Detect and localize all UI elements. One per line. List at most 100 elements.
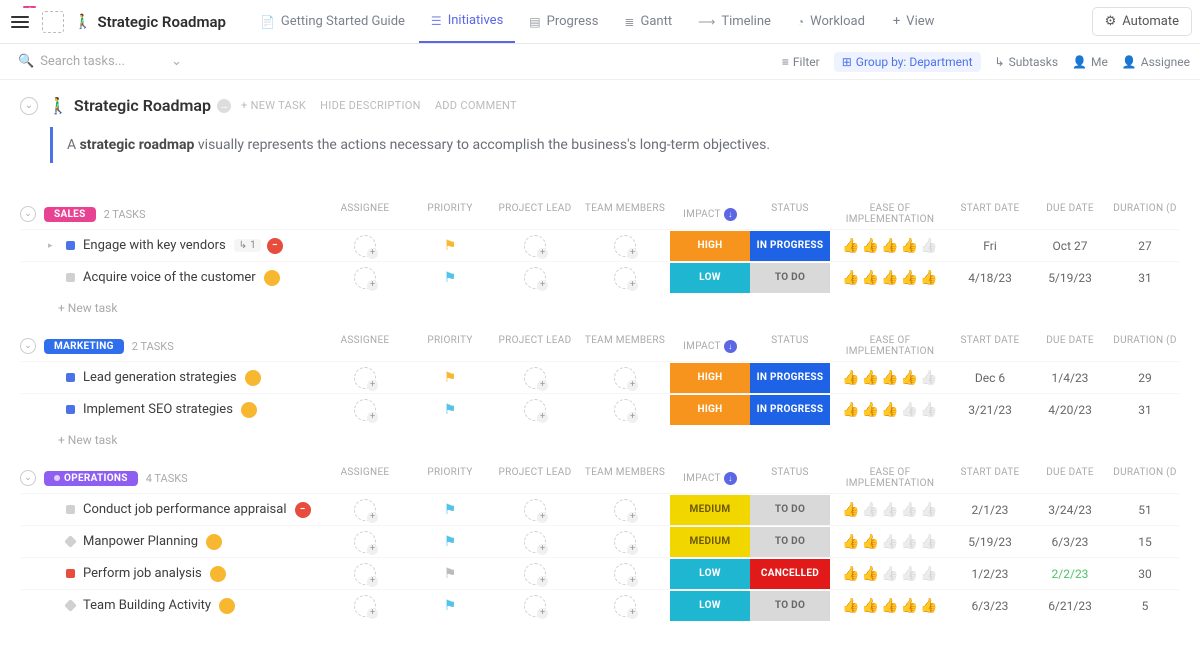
ease-rating[interactable]: 👍👍👍👍👍 (830, 495, 950, 525)
status-badge[interactable]: CANCELLED (750, 559, 830, 589)
filter-button[interactable]: ≡Filter (782, 55, 820, 69)
team-member-add[interactable] (614, 267, 636, 289)
start-date[interactable]: 4/18/23 (950, 263, 1030, 293)
ease-rating[interactable]: 👍👍👍👍👍 (830, 231, 950, 261)
search-input[interactable]: 🔍 Search tasks... ⌄ (10, 50, 190, 73)
due-date[interactable]: 6/3/23 (1030, 527, 1110, 557)
assignee-button[interactable]: 👤Assignee (1122, 55, 1190, 69)
duration[interactable]: 30 (1110, 559, 1180, 589)
group-collapse-toggle[interactable]: ⌄ (20, 338, 36, 354)
priority-flag-icon[interactable]: ⚑ (444, 502, 457, 518)
assignee-add[interactable] (354, 563, 376, 585)
duration[interactable]: 31 (1110, 263, 1180, 293)
space-icon[interactable] (42, 11, 64, 33)
due-date[interactable]: 2/2/23 (1030, 559, 1110, 589)
team-member-add[interactable] (614, 499, 636, 521)
assignee-add[interactable] (354, 367, 376, 389)
project-lead-add[interactable] (524, 563, 546, 585)
group-by-button[interactable]: ⊞Group by: Department (834, 52, 981, 72)
description[interactable]: A strategic roadmap visually represents … (50, 127, 850, 163)
sort-icon[interactable]: ↓ (724, 208, 737, 221)
task-row[interactable]: Implement SEO strategies ⚑ HIGH IN PROGR… (20, 393, 1180, 425)
task-row[interactable]: Perform job analysis ⚑ LOW CANCELLED 👍👍👍… (20, 557, 1180, 589)
task-name[interactable]: Engage with key vendors (83, 238, 226, 253)
status-badge[interactable]: TO DO (750, 495, 830, 525)
sort-icon[interactable]: ↓ (724, 472, 737, 485)
ease-rating[interactable]: 👍👍👍👍👍 (830, 527, 950, 557)
task-row[interactable]: Team Building Activity ⚑ LOW TO DO 👍👍👍👍👍… (20, 589, 1180, 621)
tab-progress[interactable]: ▤Progress (517, 0, 610, 43)
team-member-add[interactable] (614, 235, 636, 257)
priority-flag-icon[interactable]: ⚑ (444, 370, 457, 386)
new-task-button[interactable]: + NEW TASK (241, 99, 306, 112)
status-badge[interactable]: TO DO (750, 527, 830, 557)
task-row[interactable]: Acquire voice of the customer ⚑ LOW TO D… (20, 261, 1180, 293)
group-collapse-toggle[interactable]: ⌄ (20, 206, 36, 222)
task-name[interactable]: Manpower Planning (83, 534, 198, 549)
list-title[interactable]: 🚶‍♂️ Strategic Roadmap … (48, 96, 231, 115)
group-pill[interactable]: OPERATIONS (44, 471, 138, 486)
priority-flag-icon[interactable]: ⚑ (444, 566, 457, 582)
menu-button[interactable]: 6 (8, 10, 32, 34)
assignee-add[interactable] (354, 267, 376, 289)
impact-badge[interactable]: HIGH (670, 231, 750, 261)
assignee-add[interactable] (354, 235, 376, 257)
duration[interactable]: 29 (1110, 363, 1180, 393)
task-name[interactable]: Acquire voice of the customer (83, 270, 256, 285)
due-date[interactable]: 4/20/23 (1030, 395, 1110, 425)
task-row[interactable]: Lead generation strategies ⚑ HIGH IN PRO… (20, 361, 1180, 393)
project-lead-add[interactable] (524, 595, 546, 617)
assignee-add[interactable] (354, 499, 376, 521)
impact-badge[interactable]: HIGH (670, 395, 750, 425)
sort-icon[interactable]: ↓ (724, 340, 737, 353)
start-date[interactable]: 6/3/23 (950, 591, 1030, 621)
due-date[interactable]: 5/19/23 (1030, 263, 1110, 293)
status-badge[interactable]: IN PROGRESS (750, 395, 830, 425)
project-lead-add[interactable] (524, 235, 546, 257)
team-member-add[interactable] (614, 595, 636, 617)
tab-initiatives[interactable]: ☰Initiatives (419, 0, 515, 43)
project-lead-add[interactable] (524, 499, 546, 521)
team-member-add[interactable] (614, 563, 636, 585)
ease-rating[interactable]: 👍👍👍👍👍 (830, 591, 950, 621)
task-name[interactable]: Perform job analysis (83, 566, 202, 581)
task-name[interactable]: Team Building Activity (83, 598, 211, 613)
impact-badge[interactable]: LOW (670, 559, 750, 589)
task-row[interactable]: Manpower Planning ⚑ MEDIUM TO DO 👍👍👍👍👍 5… (20, 525, 1180, 557)
priority-flag-icon[interactable]: ⚑ (444, 270, 457, 286)
project-lead-add[interactable] (524, 267, 546, 289)
impact-badge[interactable]: LOW (670, 591, 750, 621)
priority-flag-icon[interactable]: ⚑ (444, 402, 457, 418)
task-row[interactable]: Conduct job performance appraisal − ⚑ ME… (20, 493, 1180, 525)
page-title-top[interactable]: 🚶‍♂️ Strategic Roadmap (74, 13, 226, 31)
group-pill[interactable]: SALES (44, 207, 96, 222)
impact-badge[interactable]: MEDIUM (670, 495, 750, 525)
collapse-toggle[interactable]: ⌄ (20, 97, 38, 115)
team-member-add[interactable] (614, 531, 636, 553)
assignee-add[interactable] (354, 399, 376, 421)
new-task-button[interactable]: + New task (20, 425, 1180, 447)
ease-rating[interactable]: 👍👍👍👍👍 (830, 559, 950, 589)
group-collapse-toggle[interactable]: ⌄ (20, 470, 36, 486)
start-date[interactable]: 1/2/23 (950, 559, 1030, 589)
add-view-button[interactable]: + View (881, 14, 947, 29)
project-lead-add[interactable] (524, 531, 546, 553)
start-date[interactable]: 2/1/23 (950, 495, 1030, 525)
subtask-count[interactable]: ↳1 (234, 239, 261, 252)
tab-getting-started-guide[interactable]: 📄Getting Started Guide (248, 0, 417, 43)
priority-flag-icon[interactable]: ⚑ (444, 238, 457, 254)
add-comment-button[interactable]: ADD COMMENT (435, 99, 517, 112)
start-date[interactable]: Fri (950, 231, 1030, 261)
group-pill[interactable]: MARKETING (44, 339, 124, 354)
priority-flag-icon[interactable]: ⚑ (444, 598, 457, 614)
ease-rating[interactable]: 👍👍👍👍👍 (830, 363, 950, 393)
impact-badge[interactable]: HIGH (670, 363, 750, 393)
status-badge[interactable]: TO DO (750, 591, 830, 621)
due-date[interactable]: 6/21/23 (1030, 591, 1110, 621)
task-name[interactable]: Implement SEO strategies (83, 402, 233, 417)
assignee-add[interactable] (354, 531, 376, 553)
due-date[interactable]: Oct 27 (1030, 231, 1110, 261)
task-name[interactable]: Conduct job performance appraisal (83, 502, 287, 517)
tab-gantt[interactable]: ≣Gantt (612, 0, 684, 43)
status-badge[interactable]: TO DO (750, 263, 830, 293)
